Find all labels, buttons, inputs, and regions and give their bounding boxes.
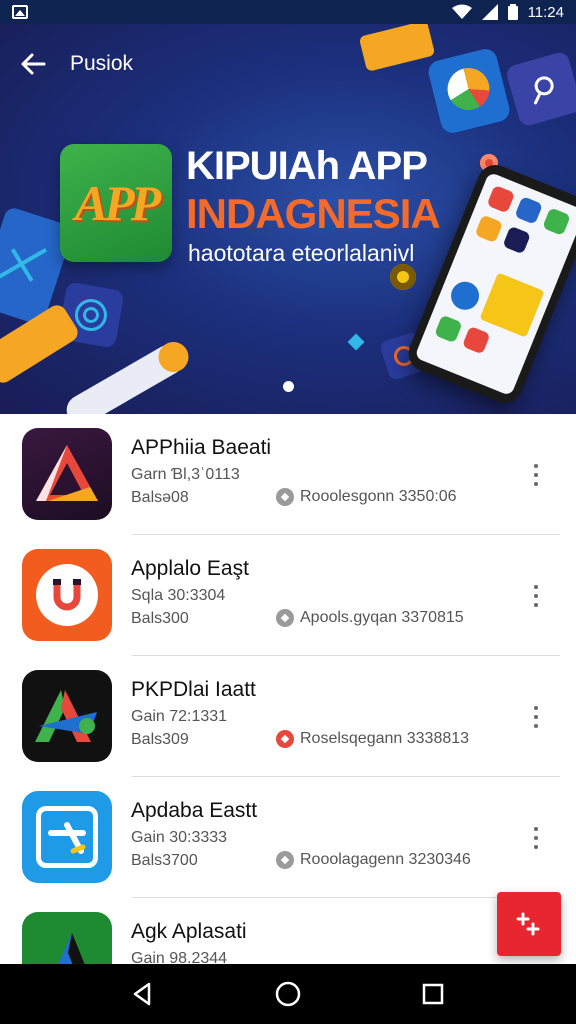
square-recents-icon [423,983,444,1005]
app-badge: Roselsqegann 3338813 [276,730,469,748]
nav-home-button[interactable] [266,972,310,1016]
page-title: Pusiok [70,52,134,75]
banner-subtitle: haototara eteorlalanivl [188,240,415,266]
square-x-icon [22,791,112,883]
banner-title-line1: KIPUIAh APP [186,144,428,188]
app-logo: APP [60,144,172,262]
app-badge: Apools.gyqan 3370815 [276,609,464,627]
top-app-bar: Pusiok [0,24,576,104]
search-icon [533,76,554,105]
status-time: 11:24 [527,3,564,21]
wifi-icon [451,4,472,19]
nav-back-button[interactable] [121,972,165,1016]
badge-icon [276,730,294,748]
sparkle-icon [516,912,540,936]
more-options-button[interactable] [526,581,546,611]
more-options-button[interactable] [526,823,546,853]
app-badge: Rooolesgonn 3350:06 [276,488,457,506]
image-notification-icon [12,5,28,19]
circle-home-icon [275,981,301,1007]
app-name: PKPDlai Iaatt [131,678,256,701]
list-item[interactable]: Apdaba Eastt Gain 30:3333 Bals3700 Roool… [0,777,576,898]
triangle-back-icon [133,982,150,1006]
app-badge: Rooolagagenn 3230346 [276,851,471,869]
horseshoe-u-icon [22,549,112,641]
app-list: APPhiia Baeati Garn Ɓl,3ʿ0113 Balsǝ08 Ro… [0,414,576,1019]
badge-text: Rooolagagenn 3230346 [300,851,471,868]
app-meta: Bals300 [131,610,189,627]
badge-text: Apools.gyqan 3370815 [300,609,464,626]
app-name: Agk Aplasati [131,920,247,943]
signal-icon [481,4,498,20]
colorful-a-icon [22,670,112,762]
list-item[interactable]: Applalo Eaşt Sqla 30:3304 Bals300 Apools… [0,535,576,656]
app-meta: Bals3700 [131,852,198,869]
arrow-decoration [347,333,365,351]
app-name: APPhiia Baeati [131,436,272,459]
app-meta: Bals309 [131,731,189,748]
badge-icon [276,851,294,869]
more-options-button[interactable] [526,460,546,490]
marker-decoration [61,339,189,414]
status-bar: 11:24 [0,0,576,24]
coin-decoration [390,264,416,290]
list-item[interactable]: PKPDlai Iaatt Gain 72:1331 Bals309 Rosel… [0,656,576,777]
banner-title-line2: INDAGNESIA [186,190,441,237]
fab-button[interactable] [497,892,561,956]
system-nav-bar [0,964,576,1024]
app-name: Apdaba Eastt [131,799,258,822]
hero-banner[interactable]: Pusiok APP KIPUIAh APP INDAGNESIA haotot… [0,24,576,414]
triangle-a-icon [22,428,112,520]
nav-recents-button[interactable] [411,972,455,1016]
app-info: Gain 72:1331 [131,708,228,725]
more-options-button[interactable] [526,702,546,732]
badge-icon [276,609,294,627]
app-info: Garn Ɓl,3ʿ0113 [131,466,240,483]
app-info: Gain 30:3333 [131,829,228,846]
arrow-left-icon [21,53,46,75]
app-meta: Balsǝ08 [131,489,189,506]
badge-text: Roselsqegann 3338813 [300,730,470,747]
badge-text: Rooolesgonn 3350:06 [300,488,457,505]
app-info: Sqla 30:3304 [131,587,226,604]
carousel-indicator[interactable] [283,381,294,392]
badge-icon [276,488,294,506]
battery-icon [507,4,518,20]
list-item[interactable]: APPhiia Baeati Garn Ɓl,3ʿ0113 Balsǝ08 Ro… [0,414,576,535]
app-name: Applalo Eaşt [131,557,249,580]
back-button[interactable] [18,49,48,79]
